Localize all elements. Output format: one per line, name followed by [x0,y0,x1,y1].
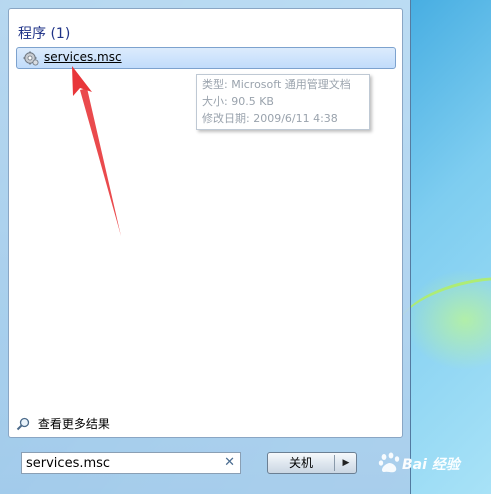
file-info-tooltip: 类型: Microsoft 通用管理文档 大小: 90.5 KB 修改日期: 2… [196,74,370,130]
shutdown-options-arrow-icon[interactable]: ▶ [335,453,357,473]
baidu-paw-icon [378,452,400,473]
see-more-results-label: 查看更多结果 [37,417,110,431]
services-gear-icon [23,51,39,66]
tooltip-type: 类型: Microsoft 通用管理文档 [202,78,351,91]
start-menu: 程序 (1) services.msc 类型: Microsoft 通用管理文档… [0,0,411,494]
tooltip-modified: 修改日期: 2009/6/11 4:38 [202,112,338,125]
baidu-watermark: Bai 经验 [378,448,488,478]
search-icon [16,417,30,430]
shutdown-button[interactable]: 关机 [268,453,334,473]
result-item-label: services.msc [44,50,122,64]
search-input[interactable] [26,455,216,471]
tooltip-size: 大小: 90.5 KB [202,95,274,108]
search-results-pane: 程序 (1) [8,8,403,438]
see-more-results-link[interactable]: 查看更多结果 [16,415,110,432]
result-item-services[interactable]: services.msc [16,47,396,69]
programs-section-header: 程序 (1) [18,26,71,42]
clear-search-icon[interactable]: ✕ [224,455,235,470]
search-box[interactable]: ✕ [21,452,241,474]
baidu-watermark-text: Bai 经验 [402,457,460,473]
shutdown-button-group: 关机 ▶ [267,452,357,474]
